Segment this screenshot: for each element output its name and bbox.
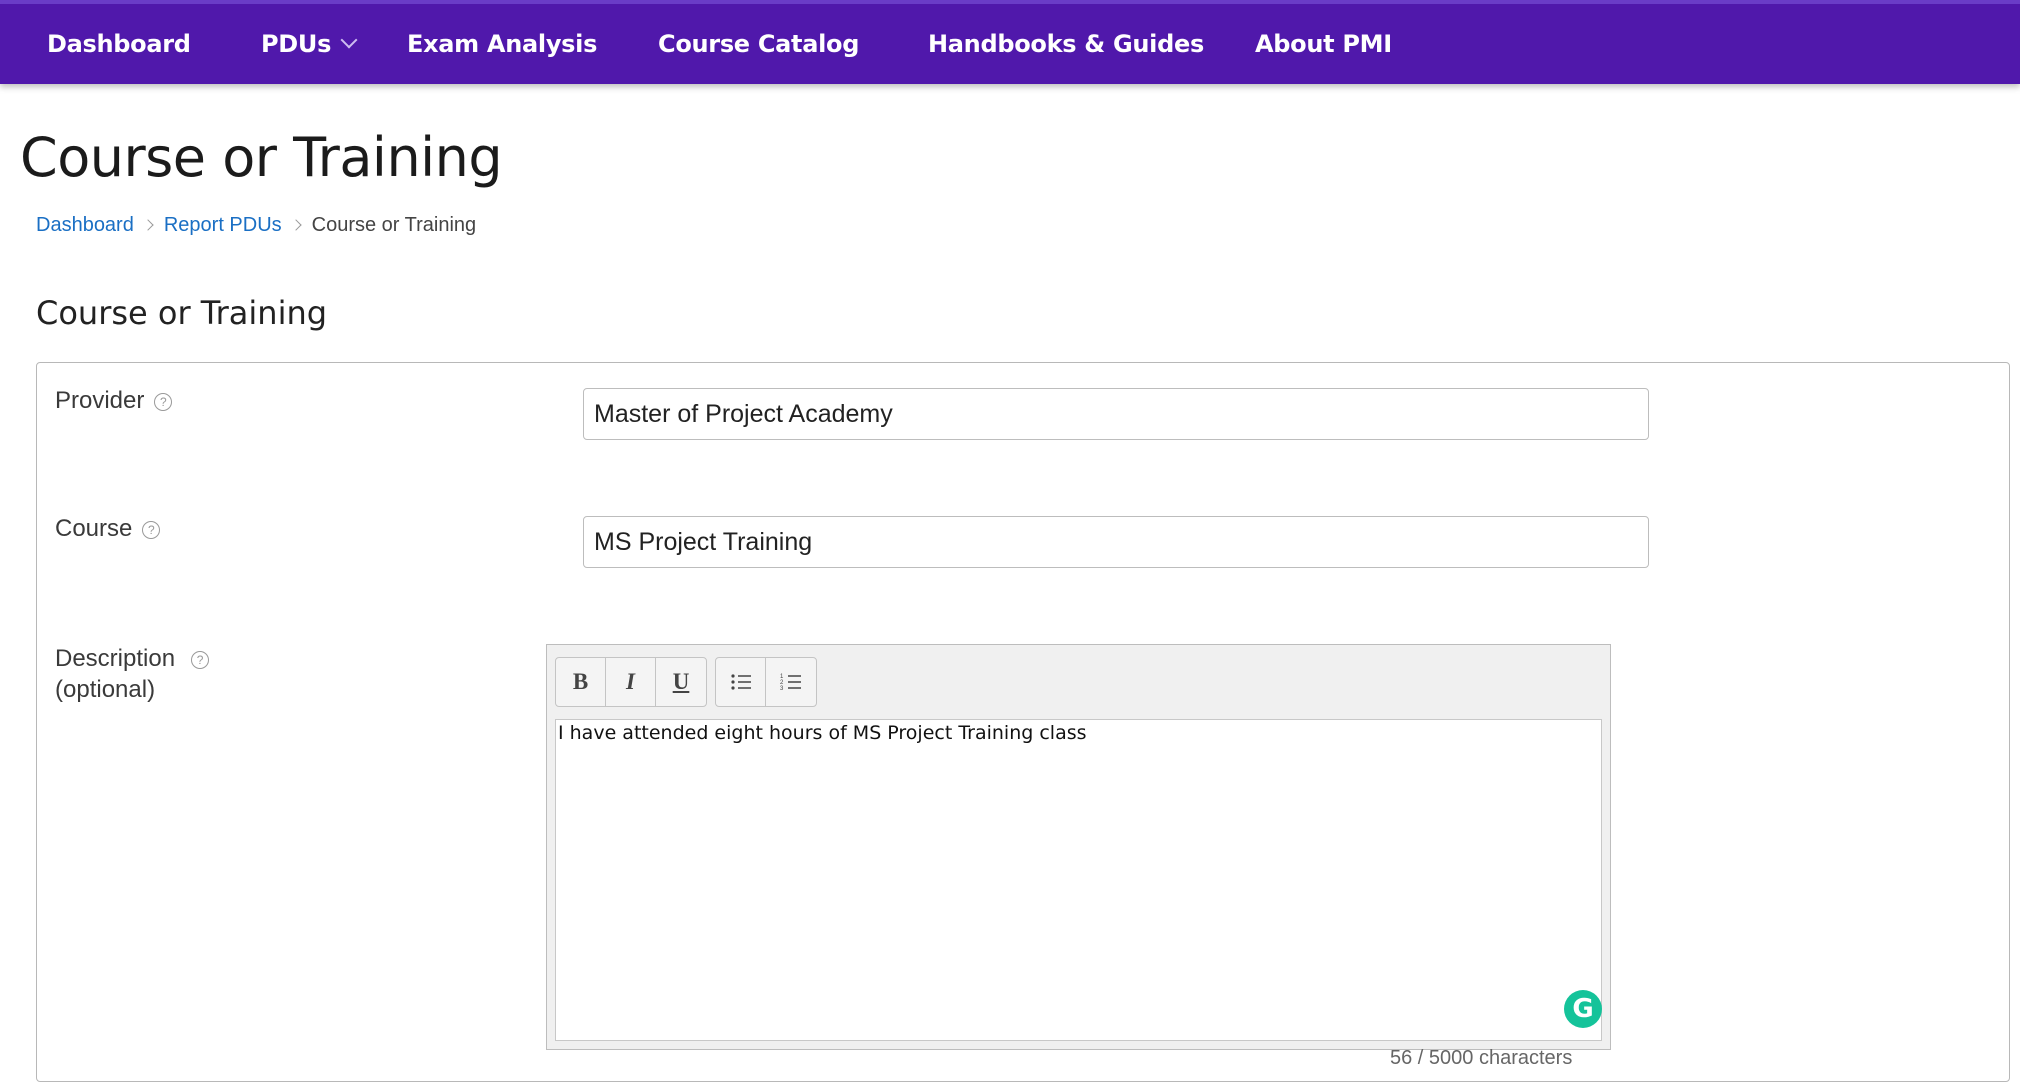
svg-text:3: 3 xyxy=(780,686,784,692)
chevron-right-icon xyxy=(142,219,154,231)
nav-course-catalog[interactable]: Course Catalog xyxy=(658,4,859,84)
chevron-right-icon xyxy=(289,219,302,231)
description-optional-text: (optional) xyxy=(55,676,156,703)
help-icon[interactable]: ? xyxy=(154,393,173,411)
underline-button[interactable]: U xyxy=(656,658,706,706)
description-textarea[interactable]: I have attended eight hours of MS Projec… xyxy=(555,719,1602,1041)
chevron-down-icon xyxy=(340,31,358,49)
section-title: Course or Training xyxy=(36,294,328,332)
course-label: Course? xyxy=(55,515,161,543)
breadcrumb-report-pdus[interactable]: Report PDUs xyxy=(164,214,282,236)
nav-about-pmi[interactable]: About PMI xyxy=(1255,4,1392,84)
format-toolbar: B I U xyxy=(555,657,707,707)
page-title: Course or Training xyxy=(20,126,503,189)
description-label: Description? (optional) xyxy=(55,643,210,705)
bullet-list-icon xyxy=(730,674,751,690)
grammarly-icon[interactable]: G xyxy=(1564,990,1602,1028)
list-toolbar: 1 2 3 xyxy=(715,657,817,707)
description-editor: B I U 1 2 3 I have attended eight hours … xyxy=(546,644,1611,1050)
description-text: I have attended eight hours of MS Projec… xyxy=(558,722,1087,744)
bullet-list-button[interactable] xyxy=(716,658,766,706)
nav-pdus-label: PDUs xyxy=(261,30,332,58)
help-icon[interactable]: ? xyxy=(142,521,161,539)
nav-pdus[interactable]: PDUs xyxy=(261,4,358,84)
nav-dashboard[interactable]: Dashboard xyxy=(47,4,191,84)
description-label-text: Description xyxy=(55,645,176,672)
course-input[interactable] xyxy=(583,516,1649,568)
nav-exam-analysis[interactable]: Exam Analysis xyxy=(407,4,597,84)
nav-handbooks-guides[interactable]: Handbooks & Guides xyxy=(928,4,1204,84)
bold-button[interactable]: B xyxy=(556,658,606,706)
italic-button[interactable]: I xyxy=(606,658,656,706)
help-icon[interactable]: ? xyxy=(191,651,210,669)
breadcrumb-current: Course or Training xyxy=(311,214,477,236)
provider-input[interactable] xyxy=(583,388,1649,440)
top-navigation: Dashboard PDUs Exam Analysis Course Cata… xyxy=(0,0,2020,84)
provider-label-text: Provider xyxy=(55,387,145,414)
numbered-list-button[interactable]: 1 2 3 xyxy=(766,658,816,706)
provider-label: Provider? xyxy=(55,387,173,415)
numbered-list-icon: 1 2 3 xyxy=(780,674,801,692)
character-count: 56 / 5000 characters xyxy=(1390,1047,1573,1069)
course-label-text: Course xyxy=(55,515,133,542)
breadcrumb: Dashboard Report PDUs Course or Training xyxy=(36,214,476,237)
breadcrumb-dashboard[interactable]: Dashboard xyxy=(36,214,134,236)
